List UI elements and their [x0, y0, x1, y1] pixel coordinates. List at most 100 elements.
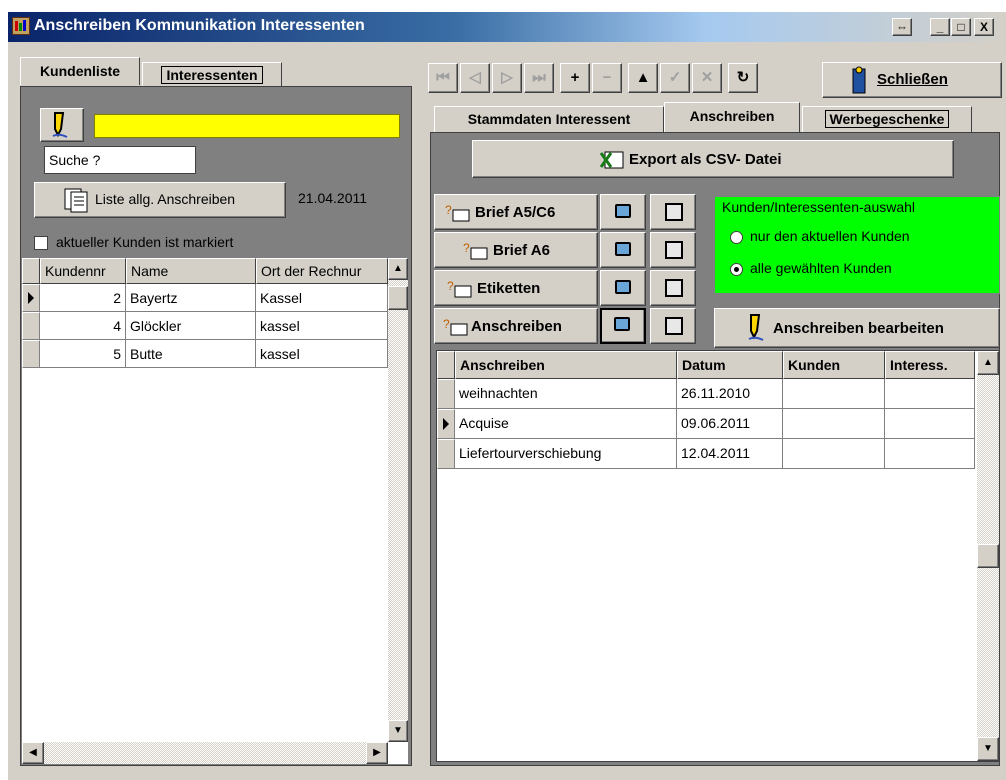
- app-icon: [12, 17, 30, 35]
- search-input[interactable]: Suche ?: [44, 146, 196, 174]
- resize-icon[interactable]: ⇔: [892, 18, 912, 36]
- cancel-record-button[interactable]: ✕: [692, 63, 722, 93]
- export-csv-button[interactable]: Export als CSV- Datei: [472, 140, 954, 178]
- table-row-kundennr[interactable]: 5: [40, 340, 126, 368]
- first-record-button[interactable]: ⏮: [428, 63, 458, 93]
- edit-record-button[interactable]: ▲: [628, 63, 658, 93]
- scroll-left-arrow-icon[interactable]: ◀: [22, 742, 44, 764]
- anschreiben-button[interactable]: ? Anschreiben: [434, 308, 598, 344]
- row-indicator[interactable]: [22, 340, 40, 368]
- selection-group-label: Kunden/Interessenten-auswahl: [722, 199, 916, 215]
- next-record-button[interactable]: ▷: [492, 63, 522, 93]
- print-button[interactable]: [650, 308, 696, 344]
- table-row-kunden[interactable]: [783, 409, 885, 439]
- table-row-name[interactable]: Butte: [126, 340, 256, 368]
- scroll-right-arrow-icon[interactable]: ▶: [366, 742, 388, 764]
- letter-merge-icon: ?: [447, 279, 472, 298]
- col-header-datum[interactable]: Datum: [677, 351, 783, 379]
- current-row-arrow-icon: [443, 418, 449, 430]
- table-row-datum[interactable]: 26.11.2010: [677, 379, 783, 409]
- preview-button[interactable]: [600, 232, 646, 268]
- pencil-icon: [748, 314, 764, 341]
- table-row-kundennr[interactable]: 2: [40, 284, 126, 312]
- last-record-button[interactable]: ⏭: [524, 63, 554, 93]
- table-row-name[interactable]: Glöckler: [126, 312, 256, 340]
- brief-a6-button[interactable]: ? Brief A6: [434, 232, 598, 268]
- close-form-button[interactable]: Schließen: [822, 62, 1002, 98]
- etiketten-button[interactable]: ? Etiketten: [434, 270, 598, 306]
- left-vertical-scrollbar[interactable]: [388, 258, 408, 742]
- tab-interessenten[interactable]: Interessenten: [142, 62, 282, 88]
- preview-button[interactable]: [600, 270, 646, 306]
- table-row-kunden[interactable]: [783, 439, 885, 469]
- table-row-datum[interactable]: 12.04.2011: [677, 439, 783, 469]
- col-header-ort[interactable]: Ort der Rechnur: [256, 258, 388, 284]
- row-indicator[interactable]: [437, 379, 455, 409]
- table-row-name[interactable]: Bayertz: [126, 284, 256, 312]
- tab-stammdaten[interactable]: Stammdaten Interessent: [434, 106, 664, 132]
- anschreiben-bearbeiten-button[interactable]: Anschreiben bearbeiten: [714, 308, 1000, 348]
- row-indicator[interactable]: [437, 439, 455, 469]
- edit-label: Anschreiben bearbeiten: [773, 320, 944, 337]
- tab-anschreiben[interactable]: Anschreiben: [664, 102, 800, 132]
- table-row-kunden[interactable]: [783, 379, 885, 409]
- scroll-thumb[interactable]: [977, 544, 999, 568]
- row-indicator[interactable]: [437, 409, 455, 439]
- monitor-icon: [615, 204, 631, 218]
- row-indicator[interactable]: [22, 312, 40, 340]
- brief-a5c6-button[interactable]: ? Brief A5/C6: [434, 194, 598, 230]
- maximize-button[interactable]: □: [951, 18, 971, 36]
- print-button[interactable]: [650, 270, 696, 306]
- highlight-field[interactable]: [94, 114, 400, 138]
- window-title: Anschreiben Kommunikation Interessenten: [34, 17, 365, 34]
- table-row-kundennr[interactable]: 4: [40, 312, 126, 340]
- table-row-anschreiben[interactable]: Liefertourverschiebung: [455, 439, 677, 469]
- table-row-interess[interactable]: [885, 379, 975, 409]
- print-button[interactable]: [650, 194, 696, 230]
- preview-button[interactable]: [600, 308, 646, 344]
- left-horizontal-scrollbar[interactable]: [22, 742, 388, 764]
- minimize-button[interactable]: _: [930, 18, 950, 36]
- radio-current-customer[interactable]: [730, 231, 743, 244]
- table-row-ort[interactable]: kassel: [256, 312, 388, 340]
- scroll-up-arrow-icon[interactable]: ▲: [388, 258, 408, 280]
- list-allg-anschreiben-button[interactable]: Liste allg. Anschreiben: [34, 182, 286, 218]
- table-row-interess[interactable]: [885, 439, 975, 469]
- table-row-anschreiben[interactable]: Acquise: [455, 409, 677, 439]
- marked-checkbox-label: aktueller Kunden ist markiert: [56, 234, 234, 250]
- table-row-interess[interactable]: [885, 409, 975, 439]
- scroll-thumb[interactable]: [388, 286, 408, 310]
- col-header-anschreiben[interactable]: Anschreiben: [455, 351, 677, 379]
- table-row-anschreiben[interactable]: weihnachten: [455, 379, 677, 409]
- table-row-datum[interactable]: 09.06.2011: [677, 409, 783, 439]
- col-header-interess[interactable]: Interess.: [885, 351, 975, 379]
- letter-merge-icon: ?: [463, 241, 488, 260]
- scroll-down-arrow-icon[interactable]: ▼: [388, 720, 408, 742]
- col-header-name[interactable]: Name: [126, 258, 256, 284]
- close-button[interactable]: X: [974, 18, 994, 36]
- marked-checkbox[interactable]: [34, 236, 48, 250]
- printer-icon: [665, 279, 683, 297]
- table-row-ort[interactable]: kassel: [256, 340, 388, 368]
- post-record-button[interactable]: ✓: [660, 63, 690, 93]
- add-record-button[interactable]: +: [560, 63, 590, 93]
- col-header-kundennr[interactable]: Kundennr: [40, 258, 126, 284]
- anschreiben-label: Anschreiben: [471, 318, 562, 335]
- table-row-ort[interactable]: Kassel: [256, 284, 388, 312]
- print-button[interactable]: [650, 232, 696, 268]
- col-header-kunden[interactable]: Kunden: [783, 351, 885, 379]
- delete-record-button[interactable]: −: [592, 63, 622, 93]
- current-row-arrow-icon: [28, 292, 34, 304]
- refresh-button[interactable]: ↻: [728, 63, 758, 93]
- scroll-down-arrow-icon[interactable]: ▼: [977, 737, 999, 761]
- prev-record-button[interactable]: ◁: [460, 63, 490, 93]
- exit-door-icon: [852, 66, 866, 94]
- tab-kundenliste[interactable]: Kundenliste: [20, 57, 140, 85]
- scroll-up-arrow-icon[interactable]: ▲: [977, 351, 999, 375]
- preview-button[interactable]: [600, 194, 646, 230]
- radio-dot: [734, 267, 739, 272]
- tab-werbegeschenke[interactable]: Werbegeschenke: [802, 106, 972, 132]
- radio-all-customers[interactable]: [730, 263, 743, 276]
- edit-pencil-button[interactable]: [40, 108, 84, 142]
- row-indicator[interactable]: [22, 284, 40, 312]
